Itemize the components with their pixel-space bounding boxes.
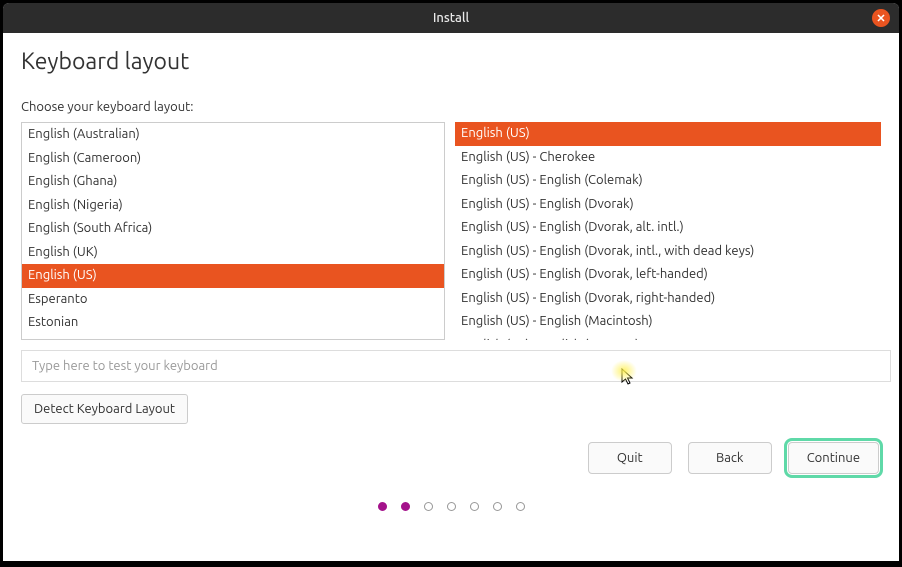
test-keyboard-input[interactable] [21,350,891,382]
content-area: Keyboard layout Choose your keyboard lay… [3,33,899,561]
progress-indicator [21,474,881,531]
variant-listbox[interactable]: English (US)English (US) - CherokeeEngli… [455,122,881,340]
page-title: Keyboard layout [21,49,881,74]
layout-item[interactable]: English (Australian) [22,123,444,147]
variant-item[interactable]: English (US) [455,122,881,146]
quit-button[interactable]: Quit [588,442,672,474]
layout-item[interactable]: Esperanto [22,288,444,312]
titlebar: Install ✕ [3,3,899,33]
layout-item[interactable]: English (Ghana) [22,170,444,194]
variant-item[interactable]: English (US) - English (Norman) [455,334,881,341]
progress-dot [401,502,410,511]
layout-item[interactable]: English (South Africa) [22,217,444,241]
variant-item[interactable]: English (US) - Cherokee [455,146,881,170]
progress-dot [516,502,525,511]
install-window: Install ✕ Keyboard layout Choose your ke… [3,3,899,561]
footer-buttons: Quit Back Continue [21,442,881,474]
layout-item[interactable]: English (Nigeria) [22,194,444,218]
layout-item[interactable]: English (US) [22,264,444,288]
detect-layout-button[interactable]: Detect Keyboard Layout [21,394,188,424]
layout-lists: English (Australian)English (Cameroon)En… [21,122,881,340]
progress-dot [378,502,387,511]
variant-item[interactable]: English (US) - English (Dvorak, intl., w… [455,240,881,264]
layout-item[interactable]: Estonian [22,311,444,335]
variant-item[interactable]: English (US) - English (Dvorak, left-han… [455,263,881,287]
progress-dot [424,502,433,511]
variant-item[interactable]: English (US) - English (Macintosh) [455,310,881,334]
variant-item[interactable]: English (US) - English (Dvorak) [455,193,881,217]
progress-dot [493,502,502,511]
variant-item[interactable]: English (US) - English (Colemak) [455,169,881,193]
window-title: Install [433,11,469,25]
variant-item[interactable]: English (US) - English (Dvorak, alt. int… [455,216,881,240]
layout-item[interactable]: Faroese [22,335,444,341]
variant-item[interactable]: English (US) - English (Dvorak, right-ha… [455,287,881,311]
back-button[interactable]: Back [688,442,772,474]
layout-listbox[interactable]: English (Australian)English (Cameroon)En… [21,122,445,340]
choose-layout-prompt: Choose your keyboard layout: [21,100,881,114]
layout-item[interactable]: English (UK) [22,241,444,265]
close-button[interactable]: ✕ [872,9,890,27]
progress-dot [470,502,479,511]
close-icon: ✕ [876,12,885,25]
layout-item[interactable]: English (Cameroon) [22,147,444,171]
progress-dot [447,502,456,511]
continue-button[interactable]: Continue [788,442,879,474]
